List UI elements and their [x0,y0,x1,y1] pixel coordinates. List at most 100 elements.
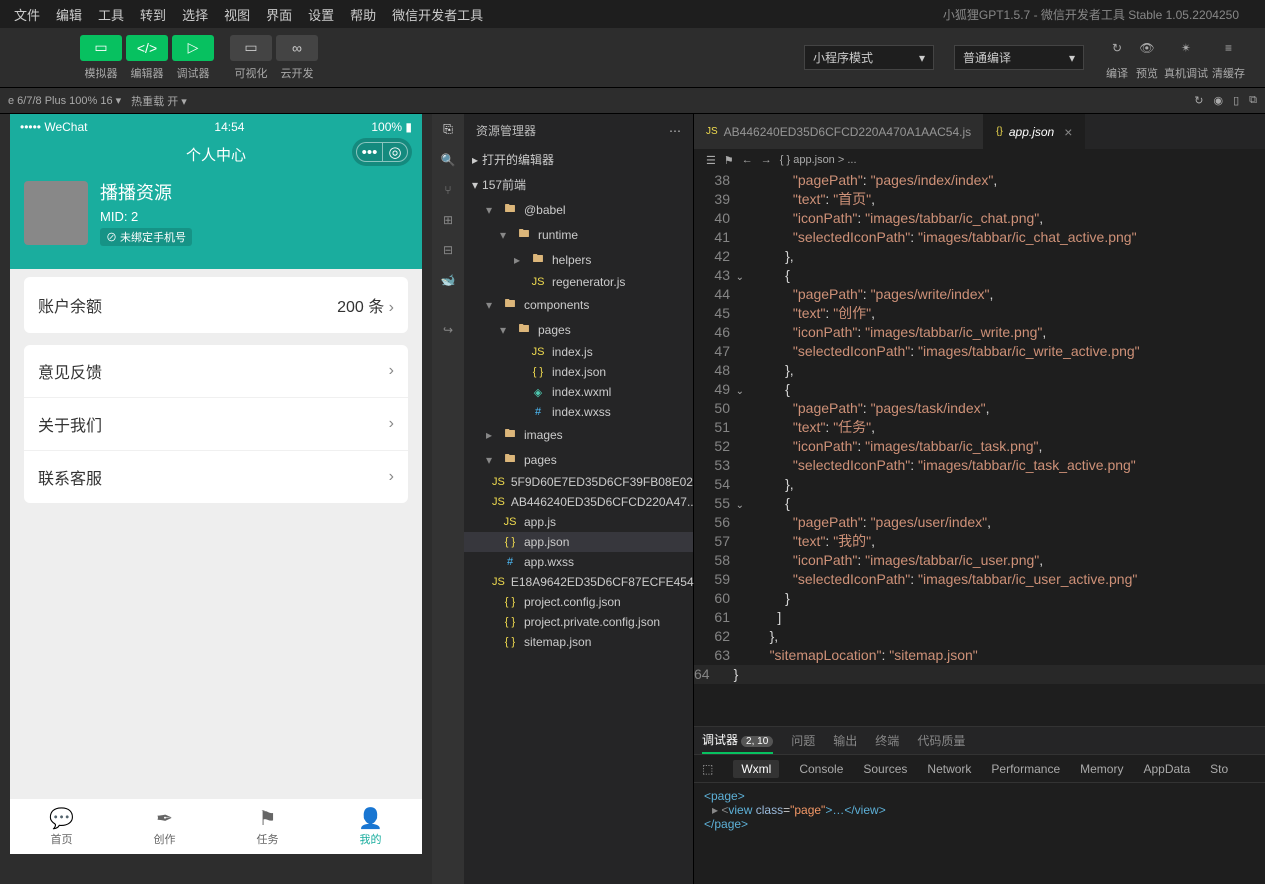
devtools-tab[interactable]: Network [927,762,971,776]
balance-card[interactable]: 账户余额 200 条 › [24,277,408,333]
toolbar-button[interactable]: ▷ [172,35,214,61]
search-icon[interactable]: 🔍 [441,153,456,167]
devtools-tab[interactable]: AppData [1143,762,1190,776]
window-title: 小狐狸GPT1.5.7 - 微信开发者工具 Stable 1.05.220425… [943,6,1239,23]
editor-area: JSAB446240ED35D6CFCD220A470A1AAC54.js{}a… [694,114,1265,884]
devtools-tab[interactable]: Wxml [733,760,779,778]
menu-icon[interactable]: ••• [356,142,382,162]
menu-item[interactable]: 编辑 [48,5,90,24]
list-icon[interactable]: ☰ [706,154,716,167]
files-icon[interactable]: ⎘ [443,122,453,137]
devtools-tab[interactable]: Sto [1210,762,1228,776]
tabbar-item[interactable]: 💬首页 [10,799,113,854]
devtools-tab[interactable]: Memory [1080,762,1123,776]
debug-tab[interactable]: 终端 [875,728,899,753]
refresh-icon[interactable]: ↻ [1194,94,1203,107]
tree-item[interactable]: { }project.config.json [464,592,693,612]
forward-icon[interactable]: → [761,154,772,166]
tree-item[interactable]: JSregenerator.js [464,272,693,292]
menu-item[interactable]: 设置 [300,5,342,24]
list-item[interactable]: 关于我们› [24,398,408,451]
tree-item[interactable]: ▸🖿images [464,422,693,447]
user-name: 播播资源 [100,179,192,205]
editor-tab[interactable]: JSAB446240ED35D6CFCD220A470A1AAC54.js [694,114,984,149]
opened-editors-section[interactable]: ▸打开的编辑器 [464,147,693,172]
docker-icon[interactable]: 🐋 [441,273,456,287]
toolbar-button[interactable]: </> [126,35,168,61]
menu-item[interactable]: 视图 [216,5,258,24]
toolbar-icon[interactable]: ✴ [1173,35,1199,61]
debug-tab[interactable]: 输出 [833,728,857,753]
editor-tab[interactable]: {}app.json× [984,114,1085,149]
carrier-label: ••••• WeChat [20,120,87,134]
debug-tab[interactable]: 调试器2, 10 [702,727,773,754]
phone-tag: ⊘ 未绑定手机号 [100,228,192,246]
tree-item[interactable]: { }project.private.config.json [464,612,693,632]
menu-item[interactable]: 微信开发者工具 [384,5,491,24]
device-select[interactable]: e 6/7/8 Plus 100% 16 ▾ [8,94,121,107]
statusbar: e 6/7/8 Plus 100% 16 ▾ 热重载 开 ▾ ↻ ◉ ▯ ⧉ [0,88,1265,114]
tree-item[interactable]: { }sitemap.json [464,632,693,652]
close-icon[interactable]: ◎ [382,142,408,162]
back-icon[interactable]: ← [742,154,753,166]
debug-tab[interactable]: 问题 [791,728,815,753]
bookmark-icon[interactable]: ⚑ [724,154,734,167]
ext-icon[interactable]: ⊞ [443,213,453,227]
toolbar-button[interactable]: ∞ [276,35,318,61]
tabbar-item[interactable]: ⚑任务 [216,799,319,854]
capsule[interactable]: •••◎ [352,138,412,166]
tree-item[interactable]: ▸🖿helpers [464,247,693,272]
project-section[interactable]: ▾157前端 [464,172,693,197]
menu-item[interactable]: 选择 [174,5,216,24]
tree-item[interactable]: JSAB446240ED35D6CFCD220A47... [464,492,693,512]
toolbar-icon[interactable]: ≡ [1216,35,1242,61]
toolbar-button[interactable]: ▭ [80,35,122,61]
tree-item[interactable]: ▾🖿runtime [464,222,693,247]
more-icon[interactable]: ⋯ [669,124,681,138]
breadcrumb[interactable]: ☰ ⚑ ← → { } app.json > ... [694,149,1265,171]
menu-item[interactable]: 工具 [90,5,132,24]
tree-item[interactable]: JSindex.js [464,342,693,362]
ext2-icon[interactable]: ⊟ [443,243,453,257]
mode-select[interactable]: 小程序模式▾ [804,45,934,70]
phone-icon[interactable]: ▯ [1233,94,1239,107]
close-icon[interactable]: × [1064,124,1072,140]
toolbar-icon[interactable]: ↻ [1104,35,1130,61]
tree-item[interactable]: ◈index.wxml [464,382,693,402]
code-editor[interactable]: 38 "pagePath": "pages/index/index",39 "t… [694,171,1265,726]
login-icon[interactable]: ↪ [443,323,453,337]
tree-item[interactable]: { }app.json [464,532,693,552]
menu-item[interactable]: 转到 [132,5,174,24]
hot-reload-toggle[interactable]: 热重载 开 ▾ [131,93,187,109]
popout-icon[interactable]: ⧉ [1249,94,1257,107]
tabbar-item[interactable]: ✒创作 [113,799,216,854]
inspect-icon[interactable]: ⬚ [702,762,713,776]
menu-item[interactable]: 文件 [6,5,48,24]
list-item[interactable]: 意见反馈› [24,345,408,398]
menu-item[interactable]: 界面 [258,5,300,24]
wxml-tree[interactable]: <page> ▸ <view class="page">…</view> </p… [694,783,1265,837]
tree-item[interactable]: ▾🖿pages [464,317,693,342]
compile-select[interactable]: 普通编译▾ [954,45,1084,70]
debug-tab[interactable]: 代码质量 [917,728,965,753]
tree-item[interactable]: ▾🖿components [464,292,693,317]
branch-icon[interactable]: ⑂ [444,183,451,197]
tree-item[interactable]: JSE18A9642ED35D6CF87ECFE454... [464,572,693,592]
toolbar-icon[interactable]: 👁 [1134,35,1160,61]
list-item[interactable]: 联系客服› [24,451,408,503]
tree-item[interactable]: ▾🖿@babel [464,197,693,222]
tree-item[interactable]: JS5F9D60E7ED35D6CF39FB08E02... [464,472,693,492]
tree-item[interactable]: #app.wxss [464,552,693,572]
toolbar-button[interactable]: ▭ [230,35,272,61]
tree-item[interactable]: JSapp.js [464,512,693,532]
tree-item[interactable]: #index.wxss [464,402,693,422]
record-icon[interactable]: ◉ [1213,94,1223,107]
devtools-tab[interactable]: Console [799,762,843,776]
menu-item[interactable]: 帮助 [342,5,384,24]
avatar [24,181,88,245]
tabbar-item[interactable]: 👤我的 [319,799,422,854]
devtools-tab[interactable]: Performance [991,762,1060,776]
tree-item[interactable]: ▾🖿pages [464,447,693,472]
devtools-tab[interactable]: Sources [863,762,907,776]
tree-item[interactable]: { }index.json [464,362,693,382]
